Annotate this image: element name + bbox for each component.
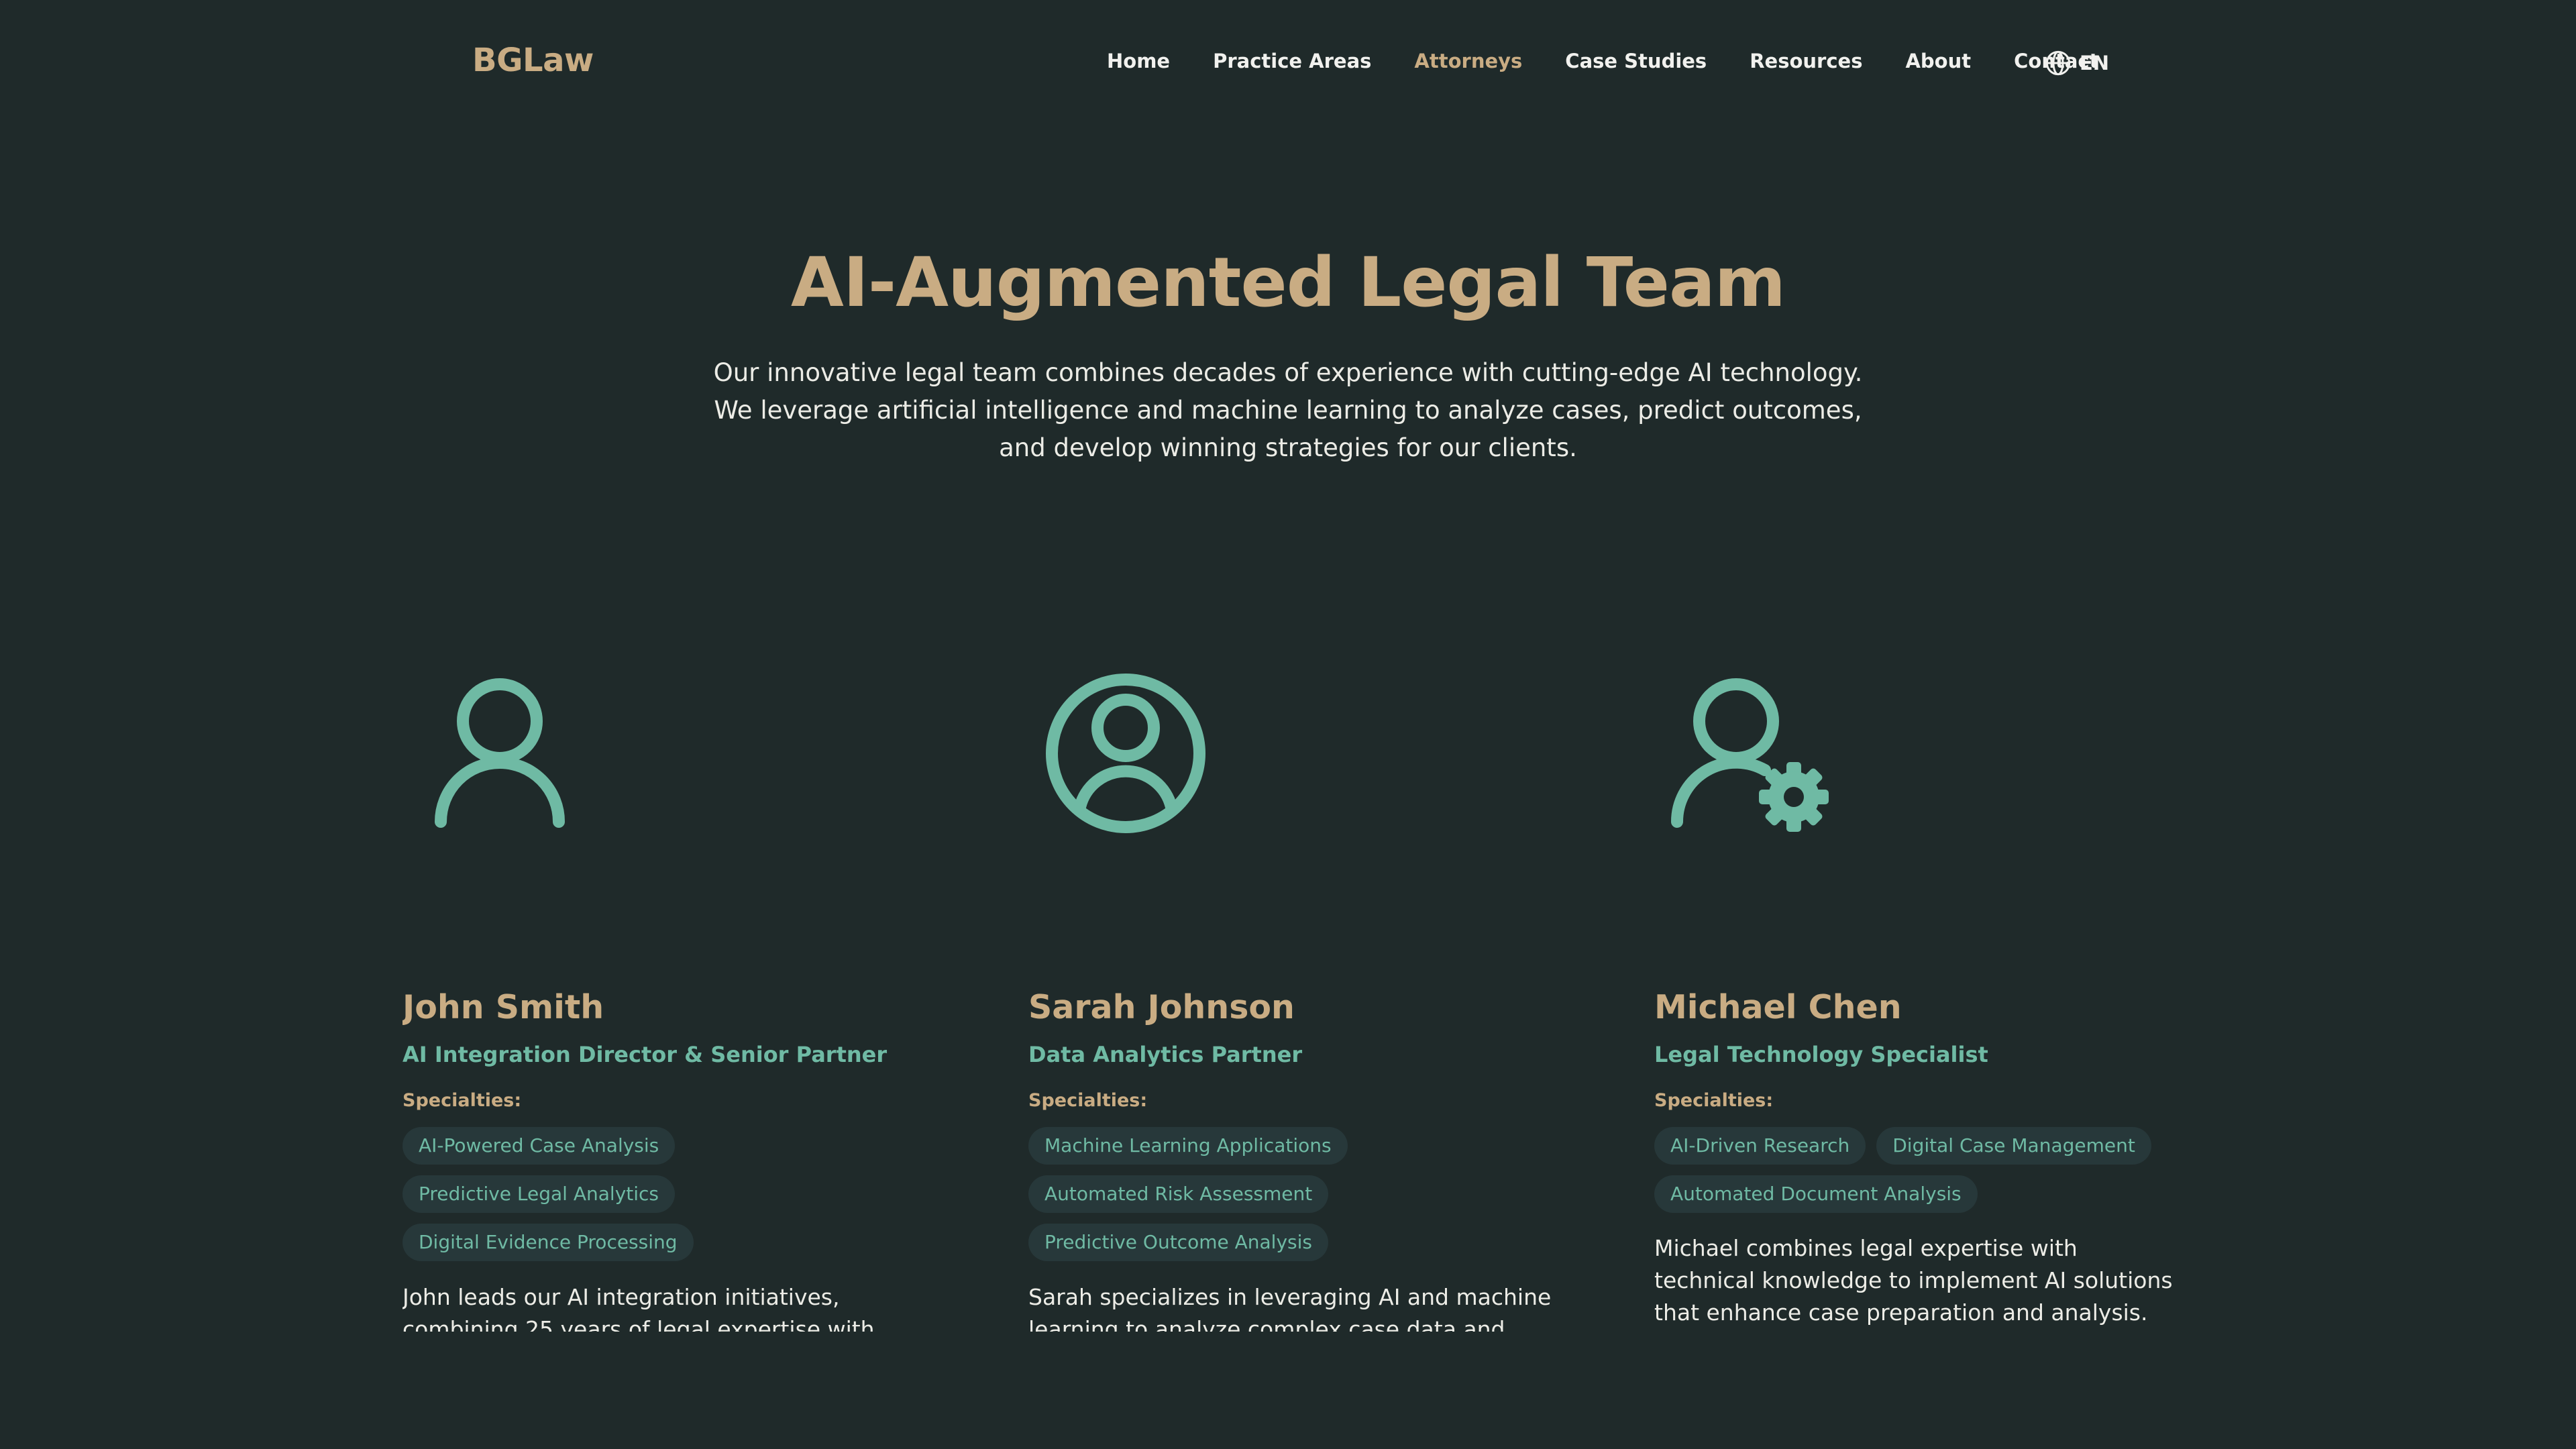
language-label: EN [2080, 52, 2110, 74]
specialty-tag: Machine Learning Applications [1028, 1127, 1348, 1165]
site-logo[interactable]: BGLaw [472, 42, 594, 79]
page-subtitle: Our innovative legal team combines decad… [713, 358, 1863, 462]
attorney-bio: John leads our AI integration initiative… [402, 1284, 875, 1332]
page-title: AI-Augmented Legal Team [790, 243, 1786, 323]
specialties-label: Specialties: [1028, 1090, 1148, 1111]
specialty-tags: Machine Learning Applications Automated … [1028, 1127, 1565, 1272]
site-header: BGLaw Home Practice Areas Attorneys Case… [0, 0, 2576, 127]
attorney-role: Legal Technology Specialist [1654, 1042, 1988, 1067]
language-switcher[interactable]: EN [2045, 50, 2109, 76]
attorney-bio: Sarah specializes in leveraging AI and m… [1028, 1284, 1552, 1332]
specialty-tag: Predictive Legal Analytics [402, 1175, 676, 1213]
specialty-tags: AI-Driven Research Digital Case Manageme… [1654, 1127, 2191, 1224]
attorney-card-michael-chen: Michael Chen Legal Technology Specialist… [1654, 654, 2204, 1332]
globe-icon [2045, 50, 2071, 76]
nav-item-resources[interactable]: Resources [1750, 50, 1862, 72]
attorney-name: John Smith [402, 988, 604, 1026]
specialties-label: Specialties: [1654, 1090, 1774, 1111]
attorney-bio: Michael combines legal expertise with te… [1654, 1235, 2173, 1326]
specialty-tag: Automated Risk Assessment [1028, 1175, 1329, 1213]
attorney-role: Data Analytics Partner [1028, 1042, 1303, 1067]
nav-item-about[interactable]: About [1905, 50, 1971, 72]
attorney-name: Sarah Johnson [1028, 988, 1295, 1026]
attorney-name: Michael Chen [1654, 988, 1902, 1026]
user-gear-icon [1670, 678, 1829, 832]
specialty-tag: AI-Powered Case Analysis [402, 1127, 676, 1165]
specialty-tags: AI-Powered Case Analysis Predictive Lega… [402, 1127, 939, 1272]
nav-item-attorneys[interactable]: Attorneys [1414, 50, 1522, 72]
specialty-tag: Digital Case Management [1876, 1127, 2151, 1165]
attorney-card-sarah-johnson: Sarah Johnson Data Analytics Partner Spe… [1028, 654, 1578, 1332]
nav-item-home[interactable]: Home [1107, 50, 1170, 72]
attorney-card-john-smith: John Smith AI Integration Director & Sen… [402, 654, 953, 1332]
nav-item-case-studies[interactable]: Case Studies [1565, 50, 1707, 72]
user-circle-icon [1046, 674, 1205, 833]
specialty-tag: Digital Evidence Processing [402, 1224, 694, 1261]
specialty-tag: AI-Driven Research [1654, 1127, 1866, 1165]
specialty-tag: Predictive Outcome Analysis [1028, 1224, 1328, 1261]
specialty-tag: Automated Document Analysis [1654, 1175, 1978, 1213]
nav-item-practice-areas[interactable]: Practice Areas [1213, 50, 1371, 72]
specialties-label: Specialties: [402, 1090, 522, 1111]
attorney-role: AI Integration Director & Senior Partner [402, 1042, 888, 1067]
main-nav: Home Practice Areas Attorneys Case Studi… [1107, 50, 2141, 72]
user-icon [435, 678, 565, 828]
